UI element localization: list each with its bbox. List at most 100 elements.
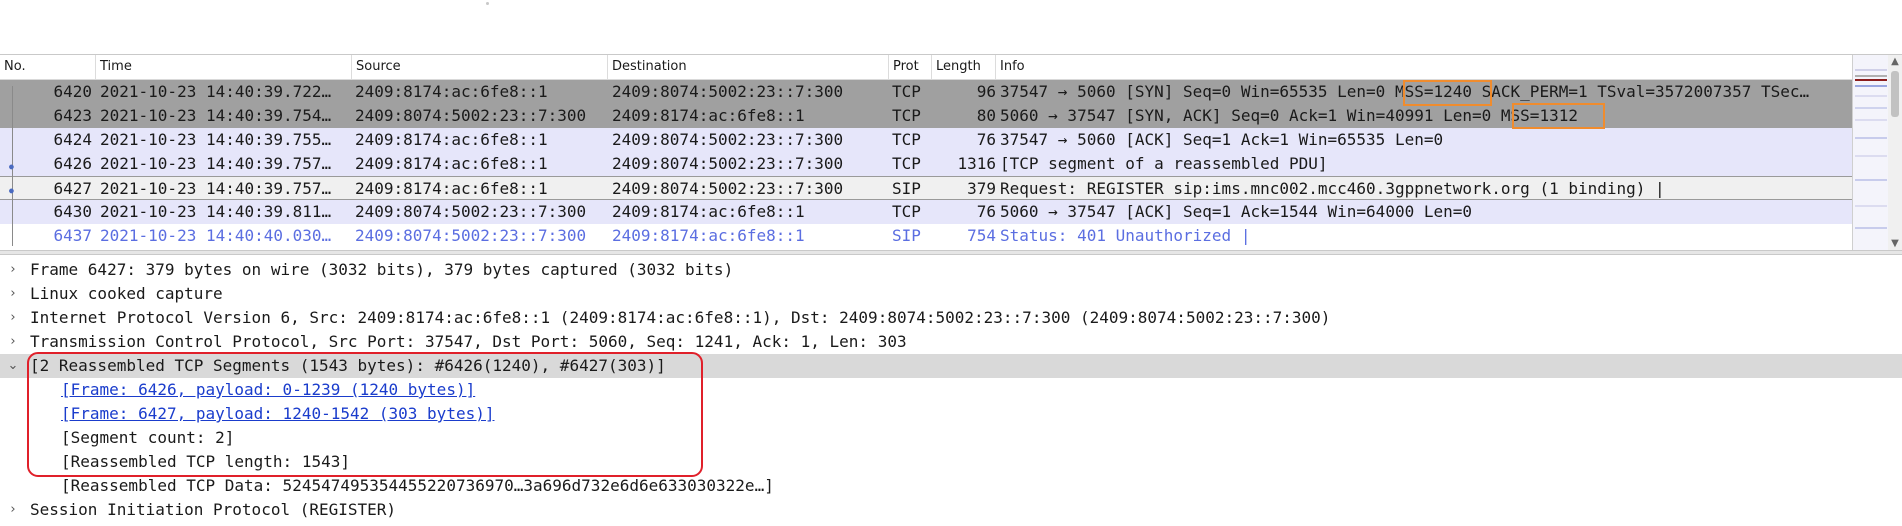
packet-list-pane[interactable]: No. Time Source Destination Prot Length … — [0, 54, 1902, 251]
packet-length: 76 — [976, 202, 996, 221]
packet-info: [TCP segment of a reassembled PDU] — [1000, 154, 1328, 173]
packet-length: 1316 — [957, 154, 996, 173]
tree-item-sip[interactable]: › Session Initiation Protocol (REGISTER) — [0, 498, 1902, 522]
stray-dot — [486, 2, 489, 5]
packet-destination: 2409:8174:ac:6fe8::1 — [612, 226, 805, 245]
minimap-line — [1855, 227, 1887, 229]
packet-length: 379 — [967, 179, 996, 198]
packet-source: 2409:8174:ac:6fe8::1 — [355, 179, 548, 198]
scroll-down-arrow-icon[interactable]: ▼ — [1888, 237, 1902, 251]
column-header-no[interactable]: No. — [0, 55, 96, 79]
packet-no: 6437 — [53, 226, 92, 245]
tree-item-label: Transmission Control Protocol, Src Port:… — [30, 332, 907, 351]
column-header-info[interactable]: Info — [996, 55, 1852, 79]
minimap-line — [1855, 205, 1887, 207]
scrollbar-thumb[interactable] — [1891, 71, 1899, 117]
packet-length: 96 — [976, 82, 996, 101]
packet-list-header: No. Time Source Destination Prot Length … — [0, 55, 1852, 80]
tree-item-label: [Reassembled TCP Data: 52454749535445522… — [61, 476, 774, 495]
expand-chevron-icon[interactable]: › — [6, 498, 20, 522]
top-gap — [0, 0, 1902, 54]
packet-row[interactable]: 6437 2021-10-23 14:40:40.030… 2409:8074:… — [0, 224, 1852, 248]
packet-row-selected[interactable]: 6427 2021-10-23 14:40:39.757… 2409:8174:… — [0, 176, 1852, 200]
tree-item-tcp[interactable]: › Transmission Control Protocol, Src Por… — [0, 330, 1902, 354]
tree-item-ipv6[interactable]: › Internet Protocol Version 6, Src: 2409… — [0, 306, 1902, 330]
packet-protocol: TCP — [892, 154, 921, 173]
collapse-chevron-icon[interactable]: ⌄ — [6, 354, 20, 378]
column-header-destination[interactable]: Destination — [608, 55, 889, 79]
tree-item-label: Frame 6427: 379 bytes on wire (3032 bits… — [30, 260, 734, 279]
packet-row[interactable]: 6423 2021-10-23 14:40:39.754… 2409:8074:… — [0, 104, 1852, 128]
packet-protocol: TCP — [892, 130, 921, 149]
minimap-line — [1855, 79, 1887, 81]
packet-length: 80 — [976, 106, 996, 125]
tree-item-frame-link[interactable]: [Frame: 6427, payload: 1240-1542 (303 by… — [0, 402, 1902, 426]
packet-destination: 2409:8074:5002:23::7:300 — [612, 82, 844, 101]
expand-chevron-icon[interactable]: › — [6, 330, 20, 354]
column-header-length[interactable]: Length — [932, 55, 996, 79]
minimap-line — [1855, 85, 1887, 87]
packet-destination: 2409:8074:5002:23::7:300 — [612, 154, 844, 173]
packet-destination: 2409:8074:5002:23::7:300 — [612, 179, 844, 198]
tree-item-reassembled-data[interactable]: [Reassembled TCP Data: 52454749535445522… — [0, 474, 1902, 498]
tree-item-linux-cooked-capture[interactable]: › Linux cooked capture — [0, 282, 1902, 306]
packet-list-scrollbar[interactable]: ▲ ▼ — [1888, 55, 1902, 251]
related-packet-dot-icon: ● — [9, 162, 14, 171]
packet-info: 5060 → 37547 [ACK] Seq=1 Ack=1544 Win=64… — [1000, 202, 1473, 221]
column-header-time[interactable]: Time — [96, 55, 352, 79]
packet-time: 2021-10-23 14:40:39.754… — [100, 106, 332, 125]
packet-row[interactable]: 6426 2021-10-23 14:40:39.757… 2409:8174:… — [0, 152, 1852, 176]
packet-destination: 2409:8174:ac:6fe8::1 — [612, 202, 805, 221]
packet-info: Status: 401 Unauthorized | — [1000, 226, 1251, 245]
packet-info: Request: REGISTER sip:ims.mnc002.mcc460.… — [1000, 179, 1665, 198]
column-header-protocol[interactable]: Prot — [889, 55, 932, 79]
frame-6426-link[interactable]: [Frame: 6426, payload: 0-1239 (1240 byte… — [61, 378, 475, 402]
expand-chevron-icon[interactable]: › — [6, 282, 20, 306]
packet-time: 2021-10-23 14:40:39.757… — [100, 179, 332, 198]
tree-item-segment-count[interactable]: [Segment count: 2] — [0, 426, 1902, 450]
minimap-line — [1855, 137, 1887, 139]
frame-6427-link[interactable]: [Frame: 6427, payload: 1240-1542 (303 by… — [61, 402, 494, 426]
expand-chevron-icon[interactable]: › — [6, 306, 20, 330]
packet-destination: 2409:8074:5002:23::7:300 — [612, 130, 844, 149]
packet-source: 2409:8174:ac:6fe8::1 — [355, 82, 548, 101]
tree-item-label: Session Initiation Protocol (REGISTER) — [30, 500, 397, 519]
packet-details-pane[interactable]: › Frame 6427: 379 bytes on wire (3032 bi… — [0, 258, 1902, 526]
packet-no: 6424 — [53, 130, 92, 149]
packet-protocol: TCP — [892, 106, 921, 125]
packet-no: 6423 — [53, 106, 92, 125]
packet-time: 2021-10-23 14:40:39.757… — [100, 154, 332, 173]
packet-time: 2021-10-23 14:40:40.030… — [100, 226, 332, 245]
packet-row[interactable]: 6420 2021-10-23 14:40:39.722… 2409:8174:… — [0, 80, 1852, 104]
packet-no: 6430 — [53, 202, 92, 221]
tree-item-frame-link[interactable]: [Frame: 6426, payload: 0-1239 (1240 byte… — [0, 378, 1902, 402]
pane-splitter[interactable] — [0, 250, 1902, 255]
packet-source: 2409:8174:ac:6fe8::1 — [355, 130, 548, 149]
packet-row[interactable]: 6424 2021-10-23 14:40:39.755… 2409:8174:… — [0, 128, 1852, 152]
minimap-line — [1855, 155, 1887, 157]
packet-destination: 2409:8174:ac:6fe8::1 — [612, 106, 805, 125]
packet-source: 2409:8074:5002:23::7:300 — [355, 202, 587, 221]
column-header-source[interactable]: Source — [352, 55, 608, 79]
packet-no: 6420 — [53, 82, 92, 101]
minimap-line — [1855, 69, 1887, 71]
minimap-line — [1855, 179, 1887, 181]
tree-item-reassembled-length[interactable]: [Reassembled TCP length: 1543] — [0, 450, 1902, 474]
tree-item-frame[interactable]: › Frame 6427: 379 bytes on wire (3032 bi… — [0, 258, 1902, 282]
packet-protocol: TCP — [892, 202, 921, 221]
related-packet-dot-icon: ● — [9, 186, 14, 195]
scroll-up-arrow-icon[interactable]: ▲ — [1888, 55, 1902, 69]
packet-length: 76 — [976, 130, 996, 149]
packet-protocol: SIP — [892, 179, 921, 198]
tree-item-label: Internet Protocol Version 6, Src: 2409:8… — [30, 308, 1331, 327]
packet-info: 37547 → 5060 [ACK] Seq=1 Ack=1 Win=65535… — [1000, 130, 1444, 149]
packet-time: 2021-10-23 14:40:39.811… — [100, 202, 332, 221]
packet-minimap[interactable] — [1852, 55, 1889, 251]
packet-protocol: TCP — [892, 82, 921, 101]
packet-rows: 6420 2021-10-23 14:40:39.722… 2409:8174:… — [0, 80, 1852, 248]
packet-row[interactable]: 6430 2021-10-23 14:40:39.811… 2409:8074:… — [0, 200, 1852, 224]
packet-length: 754 — [967, 226, 996, 245]
expand-chevron-icon[interactable]: › — [6, 258, 20, 282]
minimap-line — [1855, 95, 1887, 97]
tree-item-reassembled-segments[interactable]: ⌄ [2 Reassembled TCP Segments (1543 byte… — [0, 354, 1902, 378]
